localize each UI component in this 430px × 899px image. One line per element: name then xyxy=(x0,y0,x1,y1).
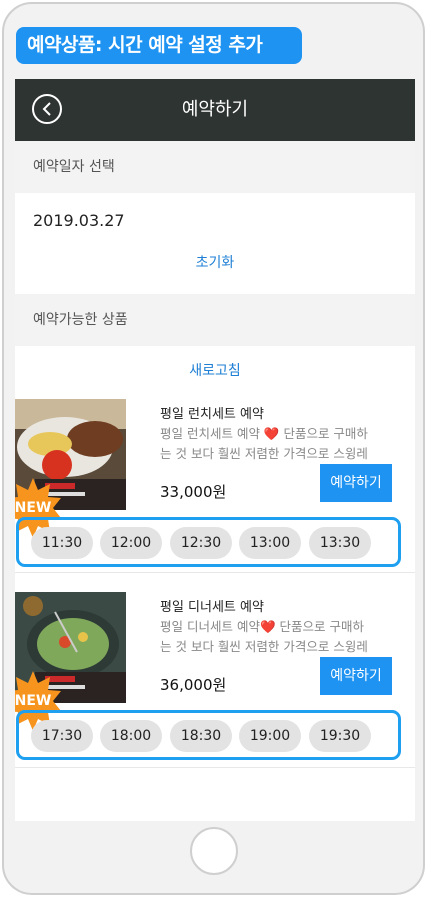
product-title: 평일 런치세트 예약 xyxy=(160,407,264,422)
time-slot[interactable]: 13:00 xyxy=(239,527,301,559)
time-slot[interactable]: 17:30 xyxy=(31,720,93,752)
products-section-header: 예약가능한 상품 xyxy=(15,294,415,346)
product-price: 33,000원 xyxy=(160,483,227,501)
time-slot[interactable]: 12:00 xyxy=(100,527,162,559)
app-header: 예약하기 xyxy=(15,79,415,141)
time-slot[interactable]: 13:30 xyxy=(309,527,371,559)
product-description-line: 평일 디너세트 예약❤️ 단품으로 구매하 xyxy=(160,619,364,634)
product-price: 36,000원 xyxy=(160,676,227,694)
time-slot[interactable]: 18:30 xyxy=(170,720,232,752)
reserve-button[interactable]: 예약하기 xyxy=(320,464,392,502)
time-slot[interactable]: 19:30 xyxy=(309,720,371,752)
product-title: 평일 디너세트 예약 xyxy=(160,600,264,615)
divider xyxy=(15,767,415,768)
product-description-line: 는 것 보다 훨씬 저렴한 가격으로 스윙레 xyxy=(160,639,368,654)
time-slot-group: 17:30 18:00 18:30 19:00 19:30 xyxy=(16,710,401,760)
time-slot[interactable]: 12:30 xyxy=(170,527,232,559)
product-description-line: 는 것 보다 훨씬 저렴한 가격으로 스윙레 xyxy=(160,446,368,461)
feature-banner: 예약상품: 시간 예약 설정 추가 xyxy=(16,27,302,64)
time-slot[interactable]: 19:00 xyxy=(239,720,301,752)
date-section-header: 예약일자 선택 xyxy=(15,141,415,193)
page-title: 예약하기 xyxy=(181,99,249,120)
divider xyxy=(15,572,415,573)
product-description-line: 평일 런치세트 예약 ❤️ 단품으로 구매하 xyxy=(160,426,368,441)
product-description: 평일 런치세트 예약 ❤️ 단품으로 구매하 는 것 보다 훨씬 저렴한 가격으… xyxy=(160,424,400,464)
home-button[interactable] xyxy=(190,827,238,875)
refresh-button[interactable]: 새로고침 xyxy=(15,360,415,380)
time-slot-group: 11:30 12:00 12:30 13:00 13:30 xyxy=(16,517,401,567)
time-slot[interactable]: 18:00 xyxy=(100,720,162,752)
reset-button[interactable]: 초기화 xyxy=(15,252,415,272)
app-screen: 예약하기 예약일자 선택 2019.03.27 초기화 예약가능한 상품 새로고… xyxy=(15,79,415,821)
time-slot[interactable]: 11:30 xyxy=(31,527,93,559)
selected-date[interactable]: 2019.03.27 xyxy=(33,211,125,230)
reserve-button[interactable]: 예약하기 xyxy=(320,657,392,695)
product-description: 평일 디너세트 예약❤️ 단품으로 구매하 는 것 보다 훨씬 저렴한 가격으로… xyxy=(160,617,400,657)
